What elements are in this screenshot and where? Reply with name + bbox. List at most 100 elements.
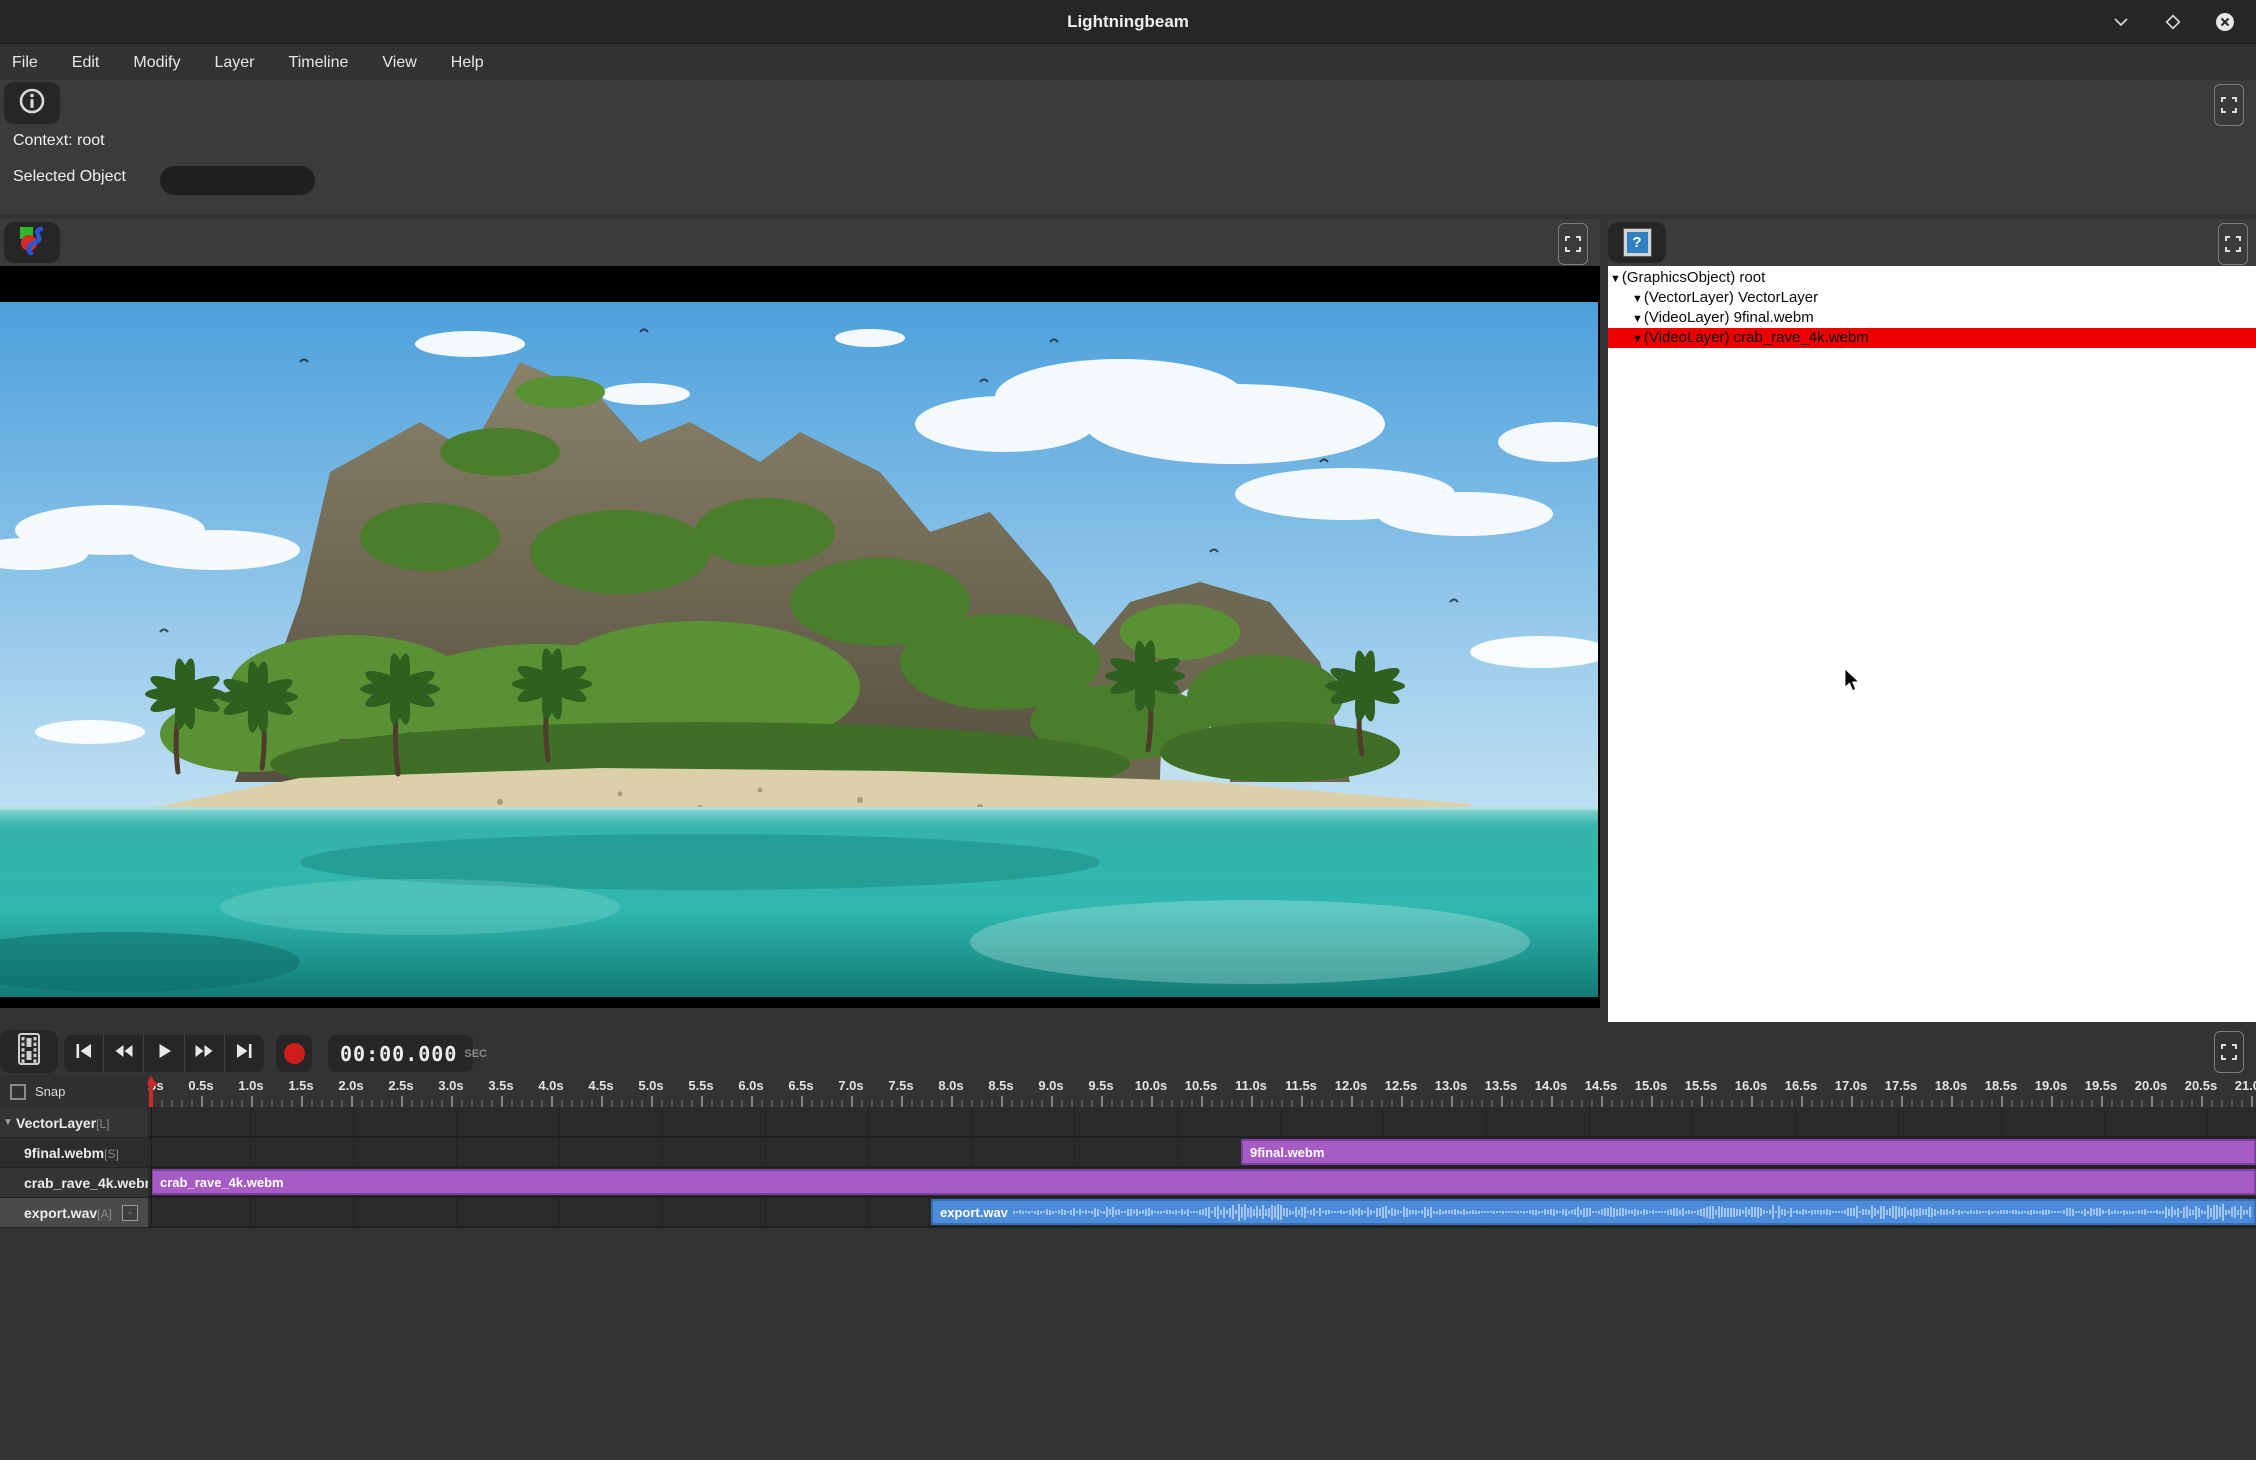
waveform-bar — [1178, 1211, 1180, 1213]
ruler-tick — [1921, 1100, 1923, 1107]
track-label-9final-webm[interactable]: 9final.webm[S] — [0, 1138, 148, 1168]
waveform-bar — [2171, 1207, 2173, 1217]
track-lane[interactable]: 9final.webm — [148, 1138, 2256, 1168]
tree-row[interactable]: ▼(VectorLayer) VectorLayer — [1608, 288, 2256, 308]
waveform-bar — [1652, 1210, 1654, 1214]
hierarchy-fullscreen-button[interactable] — [2218, 223, 2248, 265]
snap-checkbox[interactable] — [10, 1084, 26, 1100]
timeline-tab[interactable] — [0, 1030, 58, 1073]
play-button[interactable] — [144, 1035, 184, 1072]
ruler-tick — [2031, 1100, 2033, 1107]
ruler-tick — [651, 1096, 653, 1107]
track-expander-icon[interactable]: ▼ — [0, 1117, 16, 1128]
stage-canvas[interactable] — [0, 266, 1600, 1008]
track-lane[interactable]: export.wav — [148, 1198, 2256, 1228]
skip-end-button[interactable] — [225, 1035, 264, 1072]
menu-item-help[interactable]: Help — [451, 54, 484, 72]
expander-icon[interactable]: ▼ — [1632, 309, 1643, 329]
stage-tab[interactable] — [4, 222, 60, 263]
ruler-tick — [1571, 1100, 1573, 1107]
question-icon: ? — [1624, 229, 1651, 256]
waveform-bar — [2195, 1206, 2197, 1219]
waveform-bar — [2108, 1209, 2110, 1215]
ruler-label: 17.5s — [1885, 1078, 1918, 1093]
rewind-button[interactable] — [104, 1035, 144, 1072]
menu-item-file[interactable]: File — [12, 54, 38, 72]
ruler-tick — [2151, 1096, 2153, 1107]
clip-9final-webm[interactable]: 9final.webm — [1241, 1139, 2256, 1165]
menu-item-modify[interactable]: Modify — [133, 54, 180, 72]
ruler-tick — [691, 1100, 693, 1107]
minimize-icon[interactable] — [2108, 9, 2134, 35]
time-display[interactable]: 00:00.000 SEC — [328, 1035, 473, 1072]
timeline-ruler[interactable]: 0.0s0.5s1.0s1.5s2.0s2.5s3.0s3.5s4.0s4.5s… — [148, 1075, 2256, 1108]
waveform-bar — [1100, 1211, 1102, 1213]
menu-item-layer[interactable]: Layer — [214, 54, 254, 72]
ruler-tick — [1211, 1100, 1213, 1107]
ruler-tick — [301, 1096, 303, 1107]
expander-icon[interactable]: ▼ — [1632, 329, 1643, 349]
ruler-tick — [2131, 1100, 2133, 1107]
ruler-tick — [1461, 1100, 1463, 1107]
waveform-bar — [2168, 1209, 2170, 1216]
tree-row[interactable]: ▼(VideoLayer) crab_rave_4k.webm — [1608, 328, 2256, 348]
waveform-bar — [1247, 1208, 1249, 1217]
track-audio-checkbox[interactable]: - — [122, 1205, 138, 1221]
waveform-bar — [2069, 1208, 2071, 1216]
selected-object-input[interactable] — [160, 166, 315, 195]
waveform-bar — [2147, 1211, 2149, 1213]
ruler-label: 12.5s — [1385, 1078, 1418, 1093]
fast-forward-button[interactable] — [185, 1035, 225, 1072]
expander-icon[interactable]: ▼ — [1632, 289, 1643, 309]
ruler-tick — [1541, 1100, 1543, 1107]
waveform-bar — [1649, 1211, 1651, 1213]
waveform-bar — [1829, 1210, 1831, 1215]
maximize-icon[interactable] — [2160, 9, 2186, 35]
track-label-export-wav[interactable]: export.wav[A]- — [0, 1198, 148, 1228]
waveform-bar — [1406, 1208, 1408, 1217]
waveform-bar — [1760, 1208, 1762, 1216]
timeline-fullscreen-button[interactable] — [2214, 1031, 2244, 1073]
tree-row[interactable]: ▼(GraphicsObject) root — [1608, 268, 2256, 288]
waveform-bar — [1091, 1211, 1093, 1214]
ruler-tick — [1021, 1100, 1023, 1107]
waveform-bar — [2063, 1210, 2065, 1214]
ruler-tick — [251, 1096, 253, 1107]
track-lane[interactable]: crab_rave_4k.webm — [148, 1168, 2256, 1198]
ruler-label: 9.5s — [1088, 1078, 1113, 1093]
stage-fullscreen-button[interactable] — [1558, 223, 1588, 265]
skip-start-button[interactable] — [64, 1035, 104, 1072]
ruler-tick — [1181, 1100, 1183, 1107]
ruler-tick — [1171, 1100, 1173, 1107]
hierarchy-tab[interactable]: ? — [1608, 222, 1666, 263]
waveform-bar — [1727, 1208, 1729, 1217]
clip-export-wav[interactable]: export.wav — [931, 1199, 2256, 1225]
waveform-bar — [1043, 1211, 1045, 1213]
track-lane[interactable] — [148, 1108, 2256, 1138]
track-row: 9final.webm[S] 9final.webm — [0, 1138, 2256, 1168]
playhead-marker[interactable] — [148, 1076, 159, 1107]
ruler-tick — [411, 1100, 413, 1107]
inspector-tab[interactable] — [4, 82, 60, 124]
waveform-bar — [1739, 1209, 1741, 1216]
menu-item-view[interactable]: View — [382, 54, 416, 72]
clip-crab_rave_4k-webm[interactable]: crab_rave_4k.webm — [151, 1169, 2256, 1195]
record-button[interactable] — [276, 1035, 312, 1072]
expander-icon[interactable]: ▼ — [1610, 269, 1621, 289]
menu-item-edit[interactable]: Edit — [72, 54, 100, 72]
ruler-tick — [911, 1100, 913, 1107]
waveform-bar — [2084, 1209, 2086, 1216]
track-label-crab_rave_4k-webm[interactable]: crab_rave_4k.webm[S] — [0, 1168, 148, 1198]
track-label-VectorLayer[interactable]: ▼VectorLayer[L] — [0, 1108, 148, 1138]
close-icon[interactable] — [2212, 9, 2238, 35]
waveform-bar — [1883, 1206, 1885, 1219]
mouse-cursor — [1843, 668, 1867, 699]
ruler-tick — [1091, 1100, 1093, 1107]
menu-item-timeline[interactable]: Timeline — [289, 54, 349, 72]
ruler-label: 5.5s — [688, 1078, 713, 1093]
inspector-fullscreen-button[interactable] — [2214, 84, 2244, 126]
tree-row[interactable]: ▼(VideoLayer) 9final.webm — [1608, 308, 2256, 328]
waveform-bar — [1316, 1211, 1318, 1213]
ruler-tick — [1231, 1100, 1233, 1107]
waveform-bar — [1658, 1211, 1660, 1213]
